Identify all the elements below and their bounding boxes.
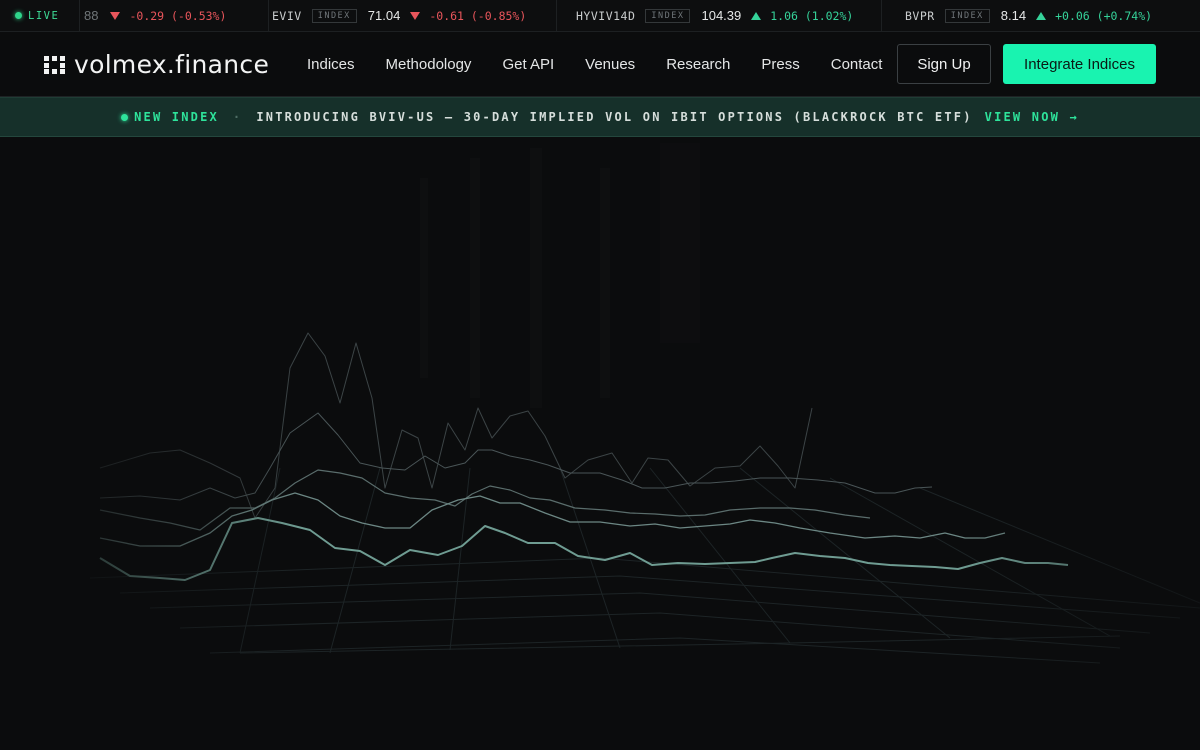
nav-link-methodology[interactable]: Methodology — [386, 56, 472, 73]
ticker-change: +0.06 (+0.74%) — [1055, 8, 1153, 23]
hero-volatility-visual — [0, 138, 1200, 750]
ticker-change: 1.06 (1.02%) — [770, 8, 854, 23]
ticker-symbol: EVIV — [272, 8, 302, 23]
nav-link-get-api[interactable]: Get API — [502, 56, 554, 73]
index-badge: INDEX — [645, 8, 691, 23]
live-dot-icon — [15, 12, 22, 19]
ticker-value: 104.39 — [701, 8, 742, 23]
ticker-change: -0.61 (-0.85%) — [429, 8, 527, 23]
logo[interactable]: volmex.finance — [44, 50, 269, 79]
ticker-symbol: HYVIV14D — [576, 8, 636, 23]
nav-links: Indices Methodology Get API Venues Resea… — [307, 32, 913, 96]
nav-link-research[interactable]: Research — [666, 56, 730, 73]
ticker-item-eviv[interactable]: EVIV INDEX 71.04 -0.61 (-0.85%) — [272, 0, 557, 31]
logo-mark-icon — [44, 55, 66, 74]
ticker-value: 88 — [84, 8, 99, 23]
nav-link-indices[interactable]: Indices — [307, 56, 355, 73]
ticker-item-bvpr[interactable]: BVPR INDEX 8.14 +0.06 (+0.74%) — [905, 0, 1200, 31]
view-now-link[interactable]: VIEW NOW → — [985, 110, 1079, 124]
sign-up-button[interactable]: Sign Up — [897, 44, 991, 84]
new-dot-icon — [121, 113, 129, 121]
announcement-text: INTRODUCING BVIV-US — 30-DAY IMPLIED VOL… — [256, 110, 973, 124]
ticker-item-hyviv14d[interactable]: HYVIV14D INDEX 104.39 1.06 (1.02%) — [576, 0, 882, 31]
triangle-up-icon — [751, 11, 762, 20]
hero-surface-graphic — [0, 138, 1200, 750]
announcement-banner[interactable]: NEW INDEX · INTRODUCING BVIV-US — 30-DAY… — [0, 97, 1200, 137]
nav-link-contact[interactable]: Contact — [831, 56, 883, 73]
ticker-item[interactable]: 88 -0.29 (-0.53%) — [84, 0, 269, 31]
edge-fade-overlay — [0, 138, 1200, 750]
index-badge: INDEX — [311, 8, 357, 23]
triangle-down-icon — [110, 11, 121, 20]
index-badge: INDEX — [944, 8, 990, 23]
integrate-indices-button[interactable]: Integrate Indices — [1003, 44, 1156, 84]
price-ticker: LIVE 88 -0.29 (-0.53%) EVIV INDEX 71.04 … — [0, 0, 1200, 32]
ticker-change: -0.29 (-0.53%) — [129, 8, 227, 23]
logo-text: volmex.finance — [74, 50, 270, 79]
announcement-separator: · — [232, 110, 243, 124]
nav-link-venues[interactable]: Venues — [585, 56, 635, 73]
ticker-value: 71.04 — [367, 8, 401, 23]
live-indicator: LIVE — [0, 0, 80, 31]
ticker-value: 8.14 — [1000, 8, 1027, 23]
triangle-down-icon — [410, 11, 421, 20]
live-label: LIVE — [28, 9, 60, 22]
triangle-up-icon — [1036, 11, 1047, 20]
announcement-tag: NEW INDEX — [134, 110, 219, 124]
nav-link-press[interactable]: Press — [761, 56, 799, 73]
main-navbar: volmex.finance Indices Methodology Get A… — [0, 32, 1200, 97]
ticker-symbol: BVPR — [905, 8, 935, 23]
